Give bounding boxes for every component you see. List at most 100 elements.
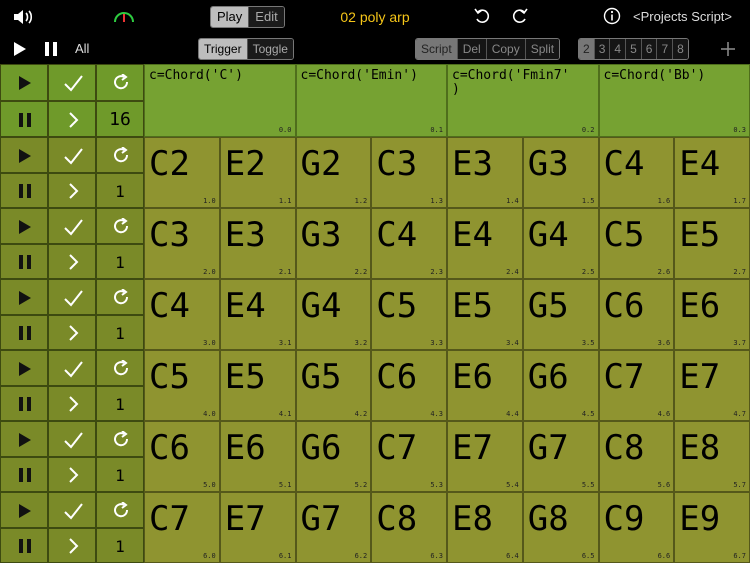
script-cell[interactable]: c=Chord('Emin') 0.1 <box>295 64 447 137</box>
row-play-icon[interactable] <box>18 503 32 518</box>
page-6-button[interactable]: 6 <box>641 39 658 59</box>
projects-link[interactable]: <Projects <box>633 9 688 24</box>
plus-icon[interactable] <box>720 41 736 57</box>
row-pause-icon[interactable] <box>18 184 32 199</box>
row-pause-icon[interactable] <box>18 326 32 341</box>
script-cell[interactable]: c=Chord('Bb') 0.3 <box>598 64 750 137</box>
note-cell[interactable]: C7 5.3 <box>371 421 447 492</box>
note-cell[interactable]: E7 4.7 <box>674 350 750 421</box>
edit-mode-button[interactable]: Edit <box>249 7 284 27</box>
note-cell[interactable]: E7 6.1 <box>219 492 296 563</box>
control-cell[interactable] <box>48 527 96 563</box>
note-cell[interactable]: C4 2.3 <box>371 208 447 279</box>
control-cell[interactable] <box>0 100 48 137</box>
control-cell[interactable] <box>0 64 48 101</box>
control-cell[interactable]: 1 <box>96 385 144 421</box>
page-4-button[interactable]: 4 <box>610 39 627 59</box>
row-repeat-icon[interactable] <box>112 146 130 165</box>
row-chevron-right-icon[interactable] <box>66 537 80 555</box>
note-cell[interactable]: E5 3.4 <box>447 279 523 350</box>
note-cell[interactable]: C5 2.6 <box>598 208 675 279</box>
note-cell[interactable]: G8 6.5 <box>522 492 599 563</box>
script-cell[interactable]: c=Chord('Fmin7' ) 0.2 <box>447 64 599 137</box>
control-cell[interactable] <box>48 137 96 173</box>
control-cell[interactable] <box>48 314 96 350</box>
redo-icon[interactable] <box>511 7 529 25</box>
control-cell[interactable]: 1 <box>96 456 144 492</box>
note-cell[interactable]: C2 1.0 <box>144 137 220 208</box>
control-cell[interactable] <box>48 385 96 421</box>
note-cell[interactable]: G6 4.5 <box>522 350 599 421</box>
note-cell[interactable]: E6 5.1 <box>219 421 296 492</box>
note-cell[interactable]: E5 2.7 <box>674 208 750 279</box>
row-pause-icon[interactable] <box>18 468 32 483</box>
control-cell[interactable] <box>48 492 96 528</box>
control-cell[interactable] <box>48 456 96 492</box>
note-cell[interactable]: E3 1.4 <box>447 137 523 208</box>
row-chevron-right-icon[interactable] <box>66 253 80 271</box>
row-repeat-icon[interactable] <box>112 430 130 449</box>
control-cell[interactable] <box>0 208 48 244</box>
row-check-icon[interactable] <box>63 501 84 521</box>
row-play-icon[interactable] <box>18 290 32 305</box>
repeat-count[interactable]: 1 <box>97 466 143 485</box>
note-cell[interactable]: G6 5.2 <box>295 421 372 492</box>
note-cell[interactable]: C6 4.3 <box>371 350 447 421</box>
note-cell[interactable]: C3 1.3 <box>371 137 447 208</box>
note-cell[interactable]: E5 4.1 <box>219 350 296 421</box>
note-cell[interactable]: E4 1.7 <box>674 137 750 208</box>
control-cell[interactable] <box>0 314 48 350</box>
note-cell[interactable]: G4 3.2 <box>295 279 372 350</box>
control-cell[interactable] <box>48 350 96 386</box>
del-action-button[interactable]: Del <box>457 39 487 59</box>
row-pause-icon[interactable] <box>18 397 32 412</box>
row-repeat-icon[interactable] <box>112 74 130 92</box>
row-pause-icon[interactable] <box>18 539 32 554</box>
control-cell[interactable] <box>48 279 96 315</box>
control-cell[interactable] <box>0 527 48 563</box>
row-play-icon[interactable] <box>18 361 32 376</box>
control-cell[interactable] <box>0 456 48 492</box>
pause-icon[interactable] <box>44 42 58 56</box>
trigger-button[interactable]: Trigger <box>199 39 248 59</box>
control-cell[interactable] <box>0 350 48 386</box>
control-cell[interactable] <box>48 208 96 244</box>
note-cell[interactable]: E4 2.4 <box>447 208 523 279</box>
script-action-button[interactable]: Script <box>416 39 458 59</box>
note-cell[interactable]: E4 3.1 <box>219 279 296 350</box>
note-cell[interactable]: E6 4.4 <box>447 350 523 421</box>
note-cell[interactable]: E8 6.4 <box>447 492 523 563</box>
control-cell[interactable] <box>0 172 48 208</box>
row-play-icon[interactable] <box>18 432 32 447</box>
note-cell[interactable]: G3 1.5 <box>522 137 599 208</box>
row-repeat-icon[interactable] <box>112 501 130 520</box>
control-cell[interactable] <box>48 172 96 208</box>
note-cell[interactable]: G7 6.2 <box>295 492 372 563</box>
row-chevron-right-icon[interactable] <box>66 466 80 484</box>
page-8-button[interactable]: 8 <box>673 39 688 59</box>
control-cell[interactable] <box>0 243 48 279</box>
row-repeat-icon[interactable] <box>112 359 130 378</box>
page-5-button[interactable]: 5 <box>626 39 642 59</box>
note-cell[interactable]: E8 5.7 <box>674 421 750 492</box>
row-check-icon[interactable] <box>63 288 84 308</box>
note-cell[interactable]: G5 3.5 <box>522 279 599 350</box>
page-2-button[interactable]: 2 <box>579 39 595 59</box>
control-cell[interactable] <box>96 137 144 173</box>
row-check-icon[interactable] <box>63 146 84 166</box>
note-cell[interactable]: E2 1.1 <box>219 137 296 208</box>
control-cell[interactable] <box>0 385 48 421</box>
row-play-icon[interactable] <box>18 76 32 91</box>
script-link[interactable]: Script> <box>691 9 732 24</box>
control-cell[interactable] <box>96 350 144 386</box>
script-cell[interactable]: c=Chord('C') 0.0 <box>144 64 296 137</box>
control-cell[interactable] <box>96 421 144 457</box>
copy-action-button[interactable]: Copy <box>486 39 526 59</box>
speaker-icon[interactable] <box>12 8 34 26</box>
row-play-icon[interactable] <box>18 219 32 234</box>
note-cell[interactable]: C7 6.0 <box>144 492 220 563</box>
row-chevron-right-icon[interactable] <box>66 111 80 129</box>
note-cell[interactable]: G3 2.2 <box>295 208 372 279</box>
note-cell[interactable]: E3 2.1 <box>219 208 296 279</box>
row-chevron-right-icon[interactable] <box>66 324 80 342</box>
